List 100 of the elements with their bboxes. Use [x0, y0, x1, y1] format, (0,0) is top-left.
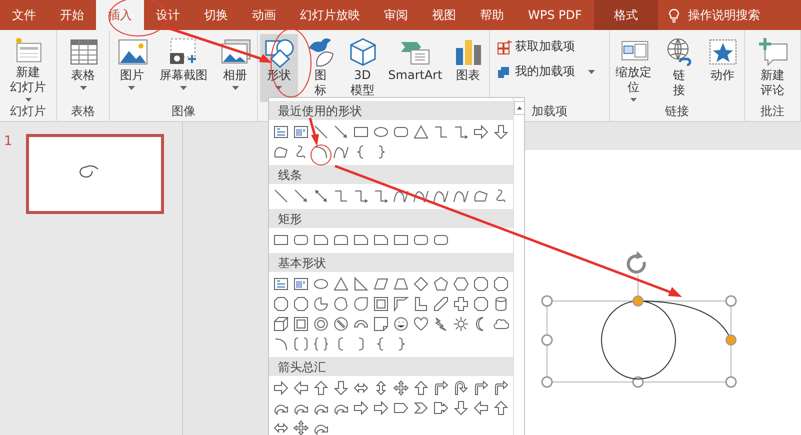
- text-box-icon[interactable]: [273, 276, 289, 292]
- ribbon-tab[interactable]: 动画: [240, 0, 288, 30]
- frame-icon[interactable]: [373, 296, 389, 312]
- rotate-handle-icon[interactable]: [626, 251, 646, 274]
- octagon-icon[interactable]: [273, 296, 289, 312]
- left-right-arrow-icon[interactable]: [273, 420, 289, 435]
- ribbon-button[interactable]: 屏幕截图: [156, 34, 210, 102]
- ribbon-tab[interactable]: 帮助: [468, 0, 516, 30]
- ribbon-tab[interactable]: 文件: [0, 0, 48, 30]
- ribbon-button[interactable]: 新建 评论: [754, 34, 792, 102]
- bent-arrow-icon[interactable]: [433, 380, 449, 396]
- cross-icon[interactable]: [453, 296, 469, 312]
- chord-icon[interactable]: [333, 296, 349, 312]
- octagon-icon[interactable]: [473, 276, 489, 292]
- right-triangle-icon[interactable]: [353, 276, 369, 292]
- text-box-icon[interactable]: [273, 124, 289, 140]
- frame-icon[interactable]: [293, 316, 309, 332]
- cloud-icon[interactable]: [493, 316, 509, 332]
- ribbon-button[interactable]: 动作: [703, 34, 742, 102]
- quad-arrow-icon[interactable]: [393, 380, 409, 396]
- bent-arrow-icon[interactable]: [493, 380, 509, 396]
- quad-arrow-icon[interactable]: [293, 420, 309, 435]
- tell-me-search[interactable]: 操作说明搜索: [688, 6, 760, 24]
- right-arrow-icon[interactable]: [273, 380, 289, 396]
- elbow-connector-icon[interactable]: [333, 188, 349, 204]
- hexagon-icon[interactable]: [453, 276, 469, 292]
- no-symbol-icon[interactable]: [333, 316, 349, 332]
- scroll-up-button[interactable]: [514, 101, 524, 115]
- curve-icon[interactable]: [453, 188, 469, 204]
- triangle-icon[interactable]: [413, 124, 429, 140]
- ribbon-button[interactable]: 表格: [64, 34, 102, 102]
- ribbon-button[interactable]: 获取加载项: [496, 38, 575, 55]
- diagonal-stripe-icon[interactable]: [433, 296, 449, 312]
- octagon-icon[interactable]: [493, 276, 509, 292]
- line-icon[interactable]: [273, 188, 289, 204]
- u-turn-arrow-icon[interactable]: [453, 380, 469, 396]
- elbow-arrow-icon[interactable]: [373, 188, 389, 204]
- oval-icon[interactable]: [373, 124, 389, 140]
- curve-icon[interactable]: [333, 144, 349, 160]
- ribbon-tab[interactable]: 切换: [192, 0, 240, 30]
- arrow-line-icon[interactable]: [333, 124, 349, 140]
- left-arrow-icon[interactable]: [293, 380, 309, 396]
- ribbon-button[interactable]: 3D 模型: [343, 34, 382, 102]
- up-arrow-icon[interactable]: [493, 400, 509, 416]
- curve-icon[interactable]: [393, 188, 409, 204]
- ribbon-tab[interactable]: 幻灯片放映: [288, 0, 372, 30]
- heart-icon[interactable]: [413, 316, 429, 332]
- elbow-arrow-icon[interactable]: [453, 124, 469, 140]
- curve-icon[interactable]: [433, 188, 449, 204]
- rectangle-icon[interactable]: [273, 232, 289, 248]
- ribbon-button[interactable]: 链 接: [660, 34, 698, 102]
- rounded-rectangle-icon[interactable]: [433, 232, 449, 248]
- freeform-icon[interactable]: [273, 144, 289, 160]
- ribbon-button[interactable]: 图 标: [302, 34, 340, 102]
- smiley-icon[interactable]: [393, 316, 409, 332]
- double-brace-icon[interactable]: [313, 336, 329, 352]
- ribbon-button[interactable]: 图片: [112, 34, 151, 102]
- bent-arrow-icon[interactable]: [473, 380, 489, 396]
- donut-icon[interactable]: [313, 316, 329, 332]
- up-arrow-icon[interactable]: [413, 380, 429, 396]
- octagon-icon[interactable]: [473, 296, 489, 312]
- trapezoid-icon[interactable]: [393, 276, 409, 292]
- ribbon-tab[interactable]: WPS PDF: [516, 0, 594, 30]
- l-shape-icon[interactable]: [413, 296, 429, 312]
- right-arrow-icon[interactable]: [373, 400, 389, 416]
- freeform-icon[interactable]: [473, 188, 489, 204]
- ribbon-tab[interactable]: 设计: [144, 0, 192, 30]
- triangle-icon[interactable]: [333, 276, 349, 292]
- callout-arrow-icon[interactable]: [433, 400, 449, 416]
- half-frame-icon[interactable]: [393, 296, 409, 312]
- up-down-arrow-icon[interactable]: [373, 380, 389, 396]
- parallelogram-icon[interactable]: [373, 276, 389, 292]
- down-arrow-icon[interactable]: [453, 400, 469, 416]
- up-arrow-icon[interactable]: [313, 380, 329, 396]
- arc-icon[interactable]: [273, 336, 289, 352]
- pie-icon[interactable]: [313, 296, 329, 312]
- cylinder-icon[interactable]: [493, 296, 509, 312]
- ribbon-tab[interactable]: 视图: [420, 0, 468, 30]
- diamond-icon[interactable]: [413, 276, 429, 292]
- rectangle-icon[interactable]: [393, 232, 409, 248]
- ribbon-button[interactable]: 我的加载项: [496, 63, 595, 80]
- rounded-rectangle-icon[interactable]: [393, 124, 409, 140]
- down-arrow-icon[interactable]: [333, 380, 349, 396]
- ribbon-button[interactable]: 缩放定 位: [612, 34, 655, 102]
- slide-thumbnail[interactable]: [26, 134, 164, 214]
- cube-icon[interactable]: [273, 316, 289, 332]
- curve-icon[interactable]: [413, 188, 429, 204]
- down-arrow-icon[interactable]: [493, 124, 509, 140]
- ribbon-tab[interactable]: 开始: [48, 0, 96, 30]
- ribbon-tab[interactable]: 格式: [594, 0, 658, 30]
- lightning-icon[interactable]: [433, 316, 449, 332]
- teardrop-icon[interactable]: [353, 296, 369, 312]
- home-plate-icon[interactable]: [393, 400, 409, 416]
- vertical-text-box-icon[interactable]: [293, 124, 309, 140]
- sun-icon[interactable]: [453, 316, 469, 332]
- left-right-arrow-icon[interactable]: [353, 380, 369, 396]
- double-arrow-line-icon[interactable]: [313, 188, 329, 204]
- elbow-arrow-icon[interactable]: [353, 188, 369, 204]
- octagon-icon[interactable]: [293, 296, 309, 312]
- elbow-connector-icon[interactable]: [433, 124, 449, 140]
